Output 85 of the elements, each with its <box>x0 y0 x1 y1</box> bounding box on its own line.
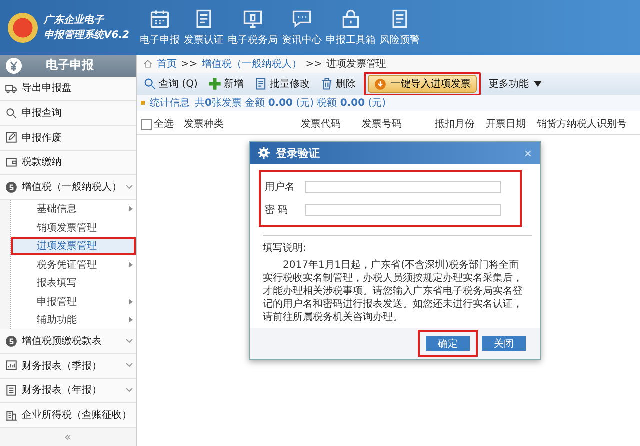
sidebar-item[interactable]: 财务报表（年报） <box>0 378 136 404</box>
import-button[interactable]: 一键导入进项发票 <box>368 75 477 93</box>
nav-item[interactable]: 资讯中心 <box>280 8 324 47</box>
submenu-item[interactable]: 报表填写 <box>23 274 136 292</box>
breadcrumb-separator: >> <box>181 58 198 70</box>
column-header: 发票种类 <box>184 118 225 131</box>
arrow-icon <box>129 298 133 305</box>
column-header: 抵扣月份 <box>435 118 476 131</box>
sidebar-item[interactable]: 增值税（一般纳税人） <box>0 175 136 200</box>
home-icon <box>143 59 153 69</box>
nav-item[interactable]: 申报工具箱 <box>324 8 378 47</box>
submenu-item[interactable]: 销项发票管理 <box>23 218 136 237</box>
sidebar-item[interactable]: 导出申报盘 <box>0 76 136 102</box>
submenu-item[interactable]: 进项发票管理 <box>11 236 136 256</box>
toolbar-button[interactable]: 删除 <box>318 77 358 91</box>
toolbar-button[interactable]: 新增 <box>206 77 246 91</box>
search-icon <box>143 77 157 91</box>
column-header: 销货方纳税人识别号 <box>537 118 628 131</box>
edit-icon <box>5 131 18 144</box>
chevron-icon <box>126 338 133 344</box>
calendar-icon <box>149 8 171 30</box>
field-label: 密 码 <box>265 204 290 217</box>
dialog-title-bar: 登录验证 × <box>250 142 540 164</box>
sidebar-item[interactable]: 申报作废 <box>0 126 136 151</box>
search-icon <box>5 106 18 120</box>
plus-icon <box>208 77 222 91</box>
notes-title: 填写说明: <box>262 242 308 255</box>
breadcrumb-link[interactable]: 首页 <box>157 57 177 71</box>
chart-icon <box>5 359 18 372</box>
sidebar-item[interactable]: 申报查询 <box>0 101 136 126</box>
breadcrumb-link[interactable]: 增值税（一般纳税人） <box>202 57 302 71</box>
document-icon <box>254 77 268 91</box>
toolbar-button[interactable]: 查询 (Q) <box>141 77 200 91</box>
arrow-icon <box>129 317 133 324</box>
submenu-item[interactable]: 税务凭证管理 <box>23 255 136 274</box>
sidebar-item[interactable]: 企业所得税（查账征收） <box>0 403 136 428</box>
emblem-icon <box>8 12 38 42</box>
column-header: 发票号码 <box>362 118 403 131</box>
sidebar-header: 电子申报 <box>0 55 136 77</box>
stats-text: 共0张发票 金额 0.00 (元) 税额 0.00 (元) <box>195 96 386 110</box>
bullet-icon <box>141 101 145 105</box>
monitor-icon <box>242 8 264 30</box>
close-dialog-button[interactable]: 关闭 <box>482 336 526 351</box>
coin-icon <box>5 334 18 348</box>
sidebar-item[interactable]: 财务报表（季报） <box>0 354 136 379</box>
caret-icon <box>534 81 542 87</box>
arrow-icon <box>129 262 133 268</box>
input-field[interactable] <box>305 181 501 193</box>
select-all-checkbox[interactable] <box>141 118 152 130</box>
column-header: 发票代码 <box>301 118 342 131</box>
app-title: 广东企业电子 申报管理系统V6.2 <box>44 13 130 42</box>
confirm-button[interactable]: 确定 <box>426 336 470 351</box>
breadcrumb-current: 进项发票管理 <box>326 58 387 71</box>
chat-icon <box>291 8 313 30</box>
input-field[interactable] <box>305 204 501 216</box>
building-icon <box>5 408 18 422</box>
column-header: 开票日期 <box>486 118 527 131</box>
nav-item[interactable]: 电子申报 <box>138 8 182 47</box>
select-all-label: 全选 <box>154 118 174 131</box>
wallet-icon <box>5 156 18 169</box>
coin-icon <box>5 180 18 194</box>
trash-icon <box>320 77 334 91</box>
settings-icon <box>258 147 270 159</box>
nav-item[interactable]: 发票认证 <box>182 8 226 47</box>
submenu-item[interactable]: 辅助功能 <box>23 310 136 330</box>
chevron-icon <box>126 184 133 190</box>
notes-text: 2017年1月1日起，广东省(不含深圳)税务部门将全面实行税收实名制管理，办税人员须按规定办理实名采集后，才能办理相关涉税事项。请您输入广东省电子税务局实名登记的用户名和密码进行报表发送。如您还未进行实名认证，请前往所属税务机关咨询办理。 <box>262 258 524 325</box>
submenu-item[interactable]: 基础信息 <box>23 200 136 218</box>
breadcrumb-separator: >> <box>306 58 323 70</box>
nav-item[interactable]: 电子税务局 <box>226 8 280 47</box>
yen-icon <box>6 58 22 74</box>
sidebar-item[interactable]: 税款缴纳 <box>0 150 136 176</box>
more-menu[interactable]: 更多功能 <box>486 77 544 91</box>
field-label: 用户名 <box>265 180 296 194</box>
arrow-icon <box>129 206 133 212</box>
toolbar-button[interactable]: 批量修改 <box>252 77 312 91</box>
stats-label: 统计信息 <box>150 96 190 110</box>
download-icon <box>374 78 387 90</box>
chevron-icon <box>126 388 133 393</box>
chevron-icon <box>126 363 133 368</box>
nav-item[interactable]: 风险预警 <box>378 8 422 47</box>
submenu-item[interactable]: 申报管理 <box>23 292 136 311</box>
list-icon <box>5 384 18 397</box>
lock-icon <box>340 8 362 30</box>
sidebar-item[interactable]: 增值税预缴税款表 <box>0 329 136 354</box>
